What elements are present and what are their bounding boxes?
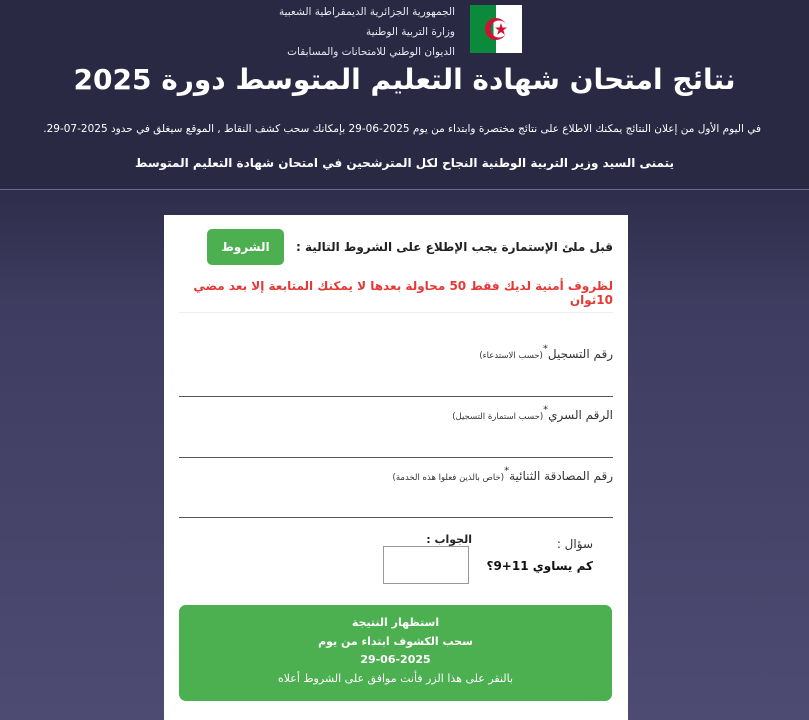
submit-line-2: سحب الكشوف ابتداء من يوم	[318, 634, 473, 648]
org-line-republic: الجمهورية الجزائرية الديمقراطية الشعبية	[278, 6, 455, 18]
conditions-row: قبل ملئ الإستمارة يجب الإطلاع على الشروط…	[207, 228, 613, 266]
registration-number-hint: (حسب الاستدعاء)	[479, 351, 543, 361]
answer-input[interactable]	[383, 546, 469, 584]
question-label: سؤال :	[556, 537, 593, 551]
minister-wish: يتمنى السيد وزير التربية الوطنية النجاح …	[134, 156, 675, 170]
security-warning: لظروف أمنية لديك فقط 50 محاولة بعدها لا …	[193, 279, 613, 307]
conditions-label: قبل ملئ الإستمارة يجب الإطلاع على الشروط…	[296, 240, 613, 254]
secret-number-field[interactable]: الرقم السري*(حسب استمارة التسجيل)	[179, 404, 613, 459]
registration-number-field[interactable]: رقم التسجيل*(حسب الاستدعاء)	[179, 343, 613, 398]
submit-line-1: استظهار النتيجة	[351, 616, 440, 629]
two-factor-code-label: رقم المصادقة الثنائية	[509, 469, 613, 483]
show-result-button[interactable]: استظهار النتيجة سحب الكشوف ابتداء من يوم…	[179, 605, 612, 701]
results-notice: في اليوم الأول من إعلان النتائج يمكنك ال…	[43, 123, 761, 135]
secret-number-hint: (حسب استمارة التسجيل)	[452, 412, 544, 422]
submit-line-4: بالنقر على هذا الزر فأنت موافق على الشرو…	[277, 671, 514, 685]
secret-number-label: الرقم السري	[548, 408, 613, 422]
two-factor-code-hint: (خاص بالذين فعلوا هذه الخدمة)	[392, 473, 505, 483]
registration-number-label: رقم التسجيل	[547, 347, 613, 361]
secret-number-input[interactable]	[179, 457, 613, 458]
two-factor-code-input[interactable]	[179, 517, 613, 518]
org-line-office: الديوان الوطني للامتحانات والمسابقات	[287, 46, 455, 58]
captcha-question: سؤال : كم يساوي 11+9؟	[486, 537, 593, 573]
registration-number-input[interactable]	[179, 396, 613, 397]
submit-line-3: 29-06-2025	[360, 653, 431, 666]
results-form-card: قبل ملئ الإستمارة يجب الإطلاع على الشروط…	[164, 215, 628, 720]
answer-label: الجواب :	[426, 533, 472, 546]
organization-lines: الجمهورية الجزائرية الديمقراطية الشعبية …	[250, 2, 455, 62]
divider	[179, 312, 613, 313]
captcha-answer: الجواب :	[382, 533, 472, 546]
page-title: نتائج امتحان شهادة التعليم المتوسط دورة …	[73, 63, 736, 96]
conditions-button[interactable]: الشروط	[207, 229, 285, 265]
page-header: الجمهورية الجزائرية الديمقراطية الشعبية …	[0, 0, 809, 190]
two-factor-code-field[interactable]: رقم المصادقة الثنائية*(خاص بالذين فعلوا …	[179, 465, 613, 520]
algeria-flag-icon	[470, 5, 522, 53]
question-text: كم يساوي 11+9؟	[486, 559, 593, 573]
org-line-ministry: وزارة التربية الوطنية	[366, 26, 455, 38]
